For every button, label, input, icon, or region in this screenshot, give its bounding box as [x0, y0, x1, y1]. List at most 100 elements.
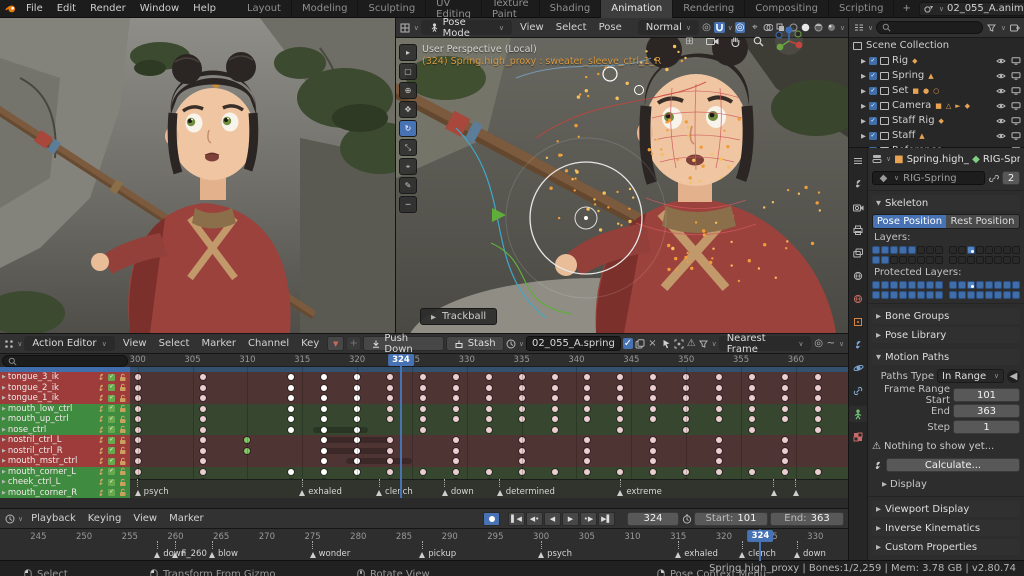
- tool-scale-button[interactable]: ⤡: [399, 139, 417, 156]
- panel-custom-properties[interactable]: ▶ Custom Properties: [872, 539, 1020, 555]
- current-frame-field[interactable]: 324: [627, 511, 679, 526]
- unlock-icon[interactable]: [117, 372, 128, 383]
- keyframe[interactable]: [200, 416, 207, 422]
- layer-toggle[interactable]: [926, 281, 934, 289]
- eye-icon[interactable]: [995, 70, 1006, 81]
- keyframe[interactable]: [814, 395, 821, 401]
- keyframe[interactable]: [617, 405, 624, 412]
- menu-window[interactable]: Window: [133, 3, 186, 14]
- outliner-row-staff-rig[interactable]: ▶ ✓ Staff Rig ◆: [849, 113, 1024, 128]
- play-reverse-button[interactable]: ◀: [544, 511, 561, 526]
- pose-position-button[interactable]: Pose Position: [873, 215, 946, 228]
- unlock-icon[interactable]: [117, 414, 128, 425]
- timeline-marker-exhaled[interactable]: exhaled: [675, 541, 718, 559]
- layer-toggle[interactable]: [1003, 281, 1011, 289]
- eye-icon[interactable]: [995, 100, 1006, 111]
- keyframe[interactable]: [288, 405, 295, 412]
- keyframe[interactable]: [650, 437, 657, 443]
- field-value[interactable]: 101: [953, 388, 1020, 402]
- outliner-row-spring[interactable]: ▶ ✓ Spring ▲: [849, 68, 1024, 83]
- dopesheet-menu-view[interactable]: View: [117, 338, 153, 349]
- outliner-row-camera[interactable]: ▶ ✓ Camera ■ △ ► ◆: [849, 98, 1024, 113]
- keyframe[interactable]: [485, 395, 492, 401]
- push-down-button[interactable]: Push Down: [363, 333, 444, 355]
- keyframe[interactable]: [617, 395, 624, 401]
- keyframe[interactable]: [452, 395, 459, 401]
- breadcrumb-data-name[interactable]: RIG-Spring: [983, 154, 1020, 165]
- layer-toggle[interactable]: [976, 256, 984, 264]
- disable-in-viewport-icon[interactable]: [1010, 85, 1021, 96]
- keyframe[interactable]: [386, 458, 393, 464]
- channel-enable-checkbox[interactable]: ✓: [108, 447, 115, 455]
- keyframe[interactable]: [617, 468, 624, 475]
- keyframe[interactable]: [716, 416, 723, 422]
- expand-arrow-icon[interactable]: ▶: [2, 437, 6, 443]
- properties-tab-object[interactable]: [849, 314, 867, 330]
- layer-toggle[interactable]: [994, 246, 1002, 254]
- channel-enable-checkbox[interactable]: ✓: [108, 394, 115, 402]
- layer-toggle[interactable]: [917, 256, 925, 264]
- jump-to-end-button[interactable]: ▶▌: [598, 511, 615, 526]
- paths-refresh-button[interactable]: ◀: [1007, 369, 1020, 383]
- keyframe[interactable]: [386, 447, 393, 454]
- mode-selector[interactable]: Pose Mode ∨: [420, 18, 512, 39]
- keyframe[interactable]: [200, 384, 207, 391]
- channel-enable-checkbox[interactable]: ✓: [108, 489, 115, 497]
- outliner-row-scene-collection[interactable]: Scene Collection: [849, 38, 1024, 53]
- keyframe[interactable]: [650, 416, 657, 422]
- layer-toggle[interactable]: [976, 246, 984, 254]
- keyframe[interactable]: [584, 437, 591, 443]
- unlock-icon[interactable]: [117, 403, 128, 414]
- keyframe[interactable]: [584, 395, 591, 401]
- keyframe[interactable]: [650, 384, 657, 391]
- channel-enable-checkbox[interactable]: ✓: [108, 457, 115, 465]
- properties-tab-object-data[interactable]: [849, 406, 867, 422]
- action-name-field[interactable]: 02_055_A.spring: [526, 336, 621, 351]
- layer-toggle[interactable]: [890, 246, 898, 254]
- keyframe[interactable]: [321, 447, 328, 454]
- add-workspace-button[interactable]: +: [894, 3, 918, 14]
- editor-type-icon[interactable]: [4, 338, 14, 349]
- keyframe[interactable]: [716, 384, 723, 391]
- keyframe[interactable]: [617, 416, 624, 422]
- timeline-marker-wonder[interactable]: wonder: [309, 541, 350, 559]
- tool-transform-button[interactable]: ⌖: [399, 158, 417, 175]
- keyframe[interactable]: [748, 405, 755, 412]
- proportional-edit-icon[interactable]: ◎: [813, 338, 823, 349]
- timeline-marker-pickup[interactable]: pickup: [419, 541, 456, 559]
- layer-toggle[interactable]: [899, 256, 907, 264]
- users-count-button[interactable]: 2: [1002, 171, 1020, 185]
- timeline-menu-keying[interactable]: Keying: [82, 513, 128, 524]
- keyframe[interactable]: [551, 405, 558, 412]
- timeline-editor-icon[interactable]: [4, 513, 15, 524]
- eye-icon[interactable]: [995, 85, 1006, 96]
- stash-button[interactable]: Stash: [445, 336, 504, 351]
- visibility-checkbox[interactable]: ✓: [869, 56, 877, 65]
- layer-toggle[interactable]: [985, 281, 993, 289]
- unlock-icon[interactable]: [117, 445, 128, 456]
- channel-enable-checkbox[interactable]: ✓: [108, 415, 115, 423]
- expand-arrow-icon[interactable]: ▶: [2, 479, 6, 485]
- keyframe[interactable]: [200, 447, 207, 454]
- unlock-icon[interactable]: [117, 424, 128, 435]
- properties-tab-view-layer[interactable]: [849, 245, 867, 261]
- properties-tab-constraints[interactable]: [849, 383, 867, 399]
- dopesheet-keyframe-area[interactable]: 300305310315320325330335340345350355360 …: [130, 354, 848, 509]
- camera-view-icon[interactable]: [705, 34, 720, 49]
- layer-toggle[interactable]: [949, 246, 957, 254]
- next-keyframe-button[interactable]: •▶: [580, 511, 597, 526]
- disable-in-viewport-icon[interactable]: [1010, 55, 1021, 66]
- panel-pose-library[interactable]: ▶ Pose Library: [872, 327, 1020, 343]
- panel-viewport-display[interactable]: ▶ Viewport Display: [872, 501, 1020, 517]
- layer-toggle[interactable]: [881, 246, 889, 254]
- keyframe[interactable]: [650, 405, 657, 412]
- menu-render[interactable]: Render: [83, 3, 133, 14]
- layer-toggle[interactable]: [935, 281, 943, 289]
- tab-modeling[interactable]: Modeling: [292, 0, 359, 18]
- keyframe[interactable]: [716, 437, 723, 443]
- expand-arrow-icon[interactable]: ▶: [861, 57, 866, 65]
- ortho-grid-icon[interactable]: ⊞: [682, 34, 697, 49]
- keyframe[interactable]: [200, 468, 207, 475]
- channel-search-input[interactable]: [2, 355, 128, 367]
- channel-enable-checkbox[interactable]: ✓: [108, 426, 115, 434]
